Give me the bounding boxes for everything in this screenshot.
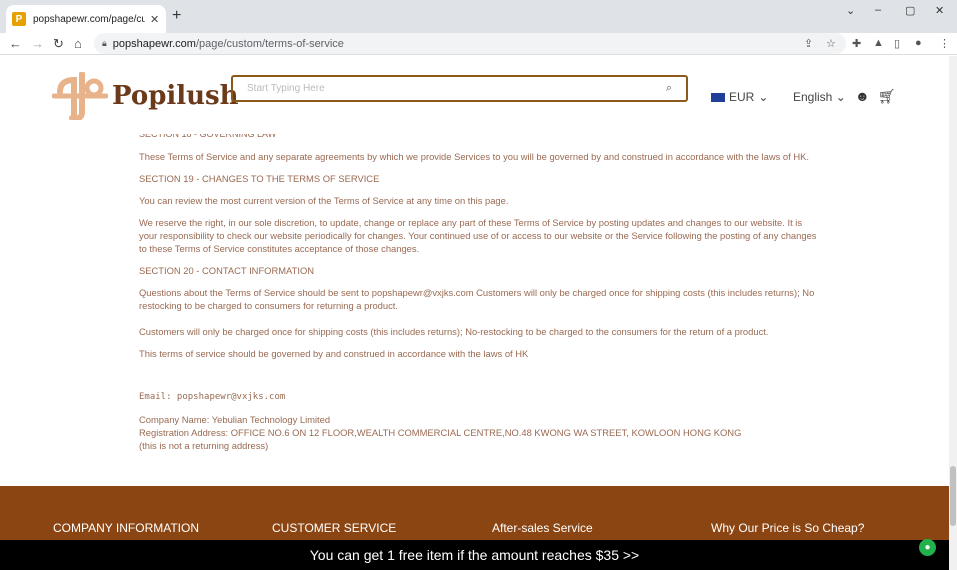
url-host: popshapewr.com [112, 37, 196, 50]
logo-mark-icon [52, 72, 108, 120]
cart-icon[interactable]: 🛒︎ [878, 88, 896, 105]
language-label: English [793, 90, 833, 104]
site-favicon-icon: P [12, 12, 26, 26]
logo-text: Popilush [112, 81, 239, 111]
section-19-body-1: You can review the most current version … [139, 195, 509, 206]
section-19-body-2: We reserve the right, in our sole discre… [139, 217, 817, 254]
chevron-down-icon: ⌄ [835, 90, 846, 104]
extensions-icon[interactable]: ✚ [852, 37, 861, 50]
footer-why-price-cheap[interactable]: Why Our Price is So Cheap? [711, 521, 864, 535]
footer-after-sales-service[interactable]: After-sales Service [492, 521, 593, 535]
page-scrollbar[interactable] [949, 56, 957, 570]
lock-icon: 🔒︎ [102, 38, 107, 48]
address-note: (this is not a returning address) [139, 440, 269, 451]
company-name: Company Name: Yebulian Technology Limite… [139, 414, 331, 425]
section-20-heading: SECTION 20 - CONTACT INFORMATION [139, 265, 315, 276]
bookmark-star-icon[interactable]: ☆ [826, 37, 836, 50]
registration-address: Registration Address: OFFICE NO.6 ON 12 … [139, 427, 742, 438]
contact-email: Email: popshapewr@vxjks.com [139, 392, 286, 402]
search-placeholder: Start Typing Here [247, 83, 325, 94]
url-field[interactable]: 🔒︎ popshapewr.com /page/custom/terms-of-… [94, 33, 846, 54]
section-20-body-2: Customers will only be charged once for … [139, 326, 769, 337]
search-input[interactable]: Start Typing Here ⌕ [231, 75, 688, 102]
close-tab-icon[interactable]: ✕ [150, 13, 159, 26]
tab-search-icon[interactable]: ⌄ [846, 4, 855, 17]
promo-banner[interactable]: You can get 1 free item if the amount re… [0, 540, 949, 570]
browser-tabbar: P popshapewr.com/page/custom/terms-of-se… [0, 0, 957, 33]
tab-title: popshapewr.com/page/custom/terms-of-serv… [33, 13, 145, 25]
currency-selector[interactable]: EUR ⌄ [711, 90, 768, 104]
minimize-button[interactable]: – [875, 4, 881, 16]
browser-tab[interactable]: P popshapewr.com/page/custom/terms-of-se… [6, 5, 166, 33]
profile-avatar-icon[interactable]: ● [915, 37, 922, 49]
search-icon[interactable]: ⌕ [666, 82, 672, 95]
home-icon[interactable]: ⌂ [74, 36, 82, 51]
reload-icon[interactable]: ↻ [53, 36, 64, 52]
section-19-heading: SECTION 19 - CHANGES TO THE TERMS OF SER… [139, 173, 380, 184]
footer-company-information[interactable]: COMPANY INFORMATION [53, 521, 199, 535]
chat-support-icon[interactable]: ● [919, 539, 936, 556]
eu-flag-icon [711, 92, 725, 102]
terms-content: These Terms of Service and any separate … [139, 150, 819, 452]
currency-label: EUR [729, 90, 755, 104]
site-header: Popilush Start Typing Here ⌕ EUR ⌄ Engli… [0, 56, 949, 132]
footer-customer-service[interactable]: CUSTOMER SERVICE [272, 521, 396, 535]
scrollbar-thumb[interactable] [950, 466, 956, 526]
lab-flask-icon[interactable]: ▲ [873, 37, 884, 49]
menu-kebab-icon[interactable]: ⋮ [939, 37, 950, 50]
language-selector[interactable]: English ⌄ [793, 90, 846, 104]
maximize-button[interactable]: ▢ [905, 4, 915, 17]
new-tab-button[interactable]: + [172, 7, 181, 25]
site-footer: COMPANY INFORMATION CUSTOMER SERVICE Aft… [0, 486, 949, 546]
sidepanel-icon[interactable]: ▯ [894, 37, 900, 50]
url-path: /page/custom/terms-of-service [195, 37, 344, 50]
address-bar: ← → ↻ ⌂ 🔒︎ popshapewr.com /page/custom/t… [0, 33, 957, 55]
chevron-down-icon: ⌄ [758, 90, 769, 104]
forward-arrow-icon[interactable]: → [31, 36, 44, 51]
back-arrow-icon[interactable]: ← [9, 36, 22, 51]
section-20-body-3: This terms of service should be governed… [139, 348, 529, 359]
close-window-button[interactable]: ✕ [935, 4, 944, 17]
share-icon[interactable]: ⇪ [804, 37, 813, 50]
site-logo[interactable]: Popilush [52, 72, 239, 120]
section-20-body-1: Questions about the Terms of Service sho… [139, 287, 815, 311]
section-18-body: These Terms of Service and any separate … [139, 151, 809, 162]
account-user-icon[interactable]: ☻ [855, 88, 870, 104]
